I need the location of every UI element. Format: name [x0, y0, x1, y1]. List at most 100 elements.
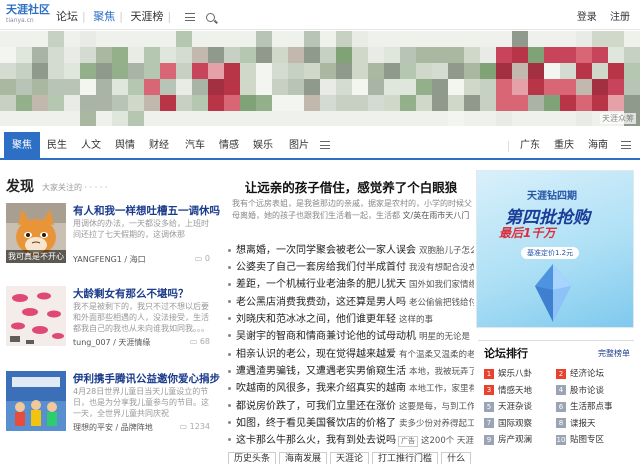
tag-item[interactable]: 打工推行门槛	[372, 452, 439, 464]
news-related[interactable]: 有个温柔又温柔的老公	[399, 350, 474, 360]
news-related[interactable]: 国外如我们家情缘	[409, 280, 474, 290]
rank-item[interactable]: 1 娱乐八卦	[484, 367, 556, 381]
register-link[interactable]: 注册	[610, 12, 630, 23]
news-row[interactable]: 差距，一个机械行业老油条的肥儿犹天 国外如我们家情缘	[228, 276, 474, 293]
item-user[interactable]: YANGFENG1	[73, 255, 122, 264]
nav-focus[interactable]: 聚焦	[93, 8, 115, 24]
news-title[interactable]: 想离婚，一次同学聚会被老公一家人误会	[236, 245, 416, 256]
rank-item[interactable]: 7 国际观察	[484, 417, 556, 431]
item-title[interactable]: 大龄剩女有那么不堪吗？	[73, 286, 189, 301]
auth-links: 登录 注册	[567, 8, 630, 23]
tab-auto[interactable]: 汽车	[180, 132, 210, 160]
banner-pixel	[208, 95, 224, 111]
news-related[interactable]: 这样的事	[399, 315, 433, 325]
banner-ad[interactable]: 天涯众筹	[0, 31, 640, 126]
cat-thumbnail[interactable]: 我可真是不开心	[6, 203, 66, 263]
news-row[interactable]: 老公黑店消费我费劲，这还算是男人吗老公偷偷把钱给付了	[228, 294, 474, 311]
site-logo[interactable]: 天涯社区 tianya.cn	[6, 3, 50, 27]
news-title[interactable]: 如图，终于看见美国餐饮店的价格了	[236, 418, 396, 429]
tab-humanities[interactable]: 人文	[76, 132, 106, 160]
item-board[interactable]: 海口	[130, 255, 146, 264]
news-row[interactable]: 吴谢宇的智商和情商兼讨论他的试母动机 明星的无论是	[228, 328, 474, 345]
banner-pixel	[576, 111, 592, 126]
rank-more-link[interactable]: 完整榜单	[598, 348, 630, 359]
news-title[interactable]: 相亲认识的老公，现在觉得越来越爱	[236, 349, 396, 360]
banner-pixel	[240, 31, 256, 47]
news-related[interactable]: 本地，我被玩弄了	[409, 367, 474, 377]
news-row[interactable]: 相亲认识的老公，现在觉得越来越爱有个温柔又温柔的老公	[228, 346, 474, 363]
news-row[interactable]: 公婆卖了自己一套房给我们付半成首付 我没有想配合没衣	[228, 259, 474, 276]
banner-pixel	[176, 63, 192, 79]
news-related[interactable]: 明星的无论是	[419, 332, 470, 342]
banner-pixel	[160, 63, 176, 79]
news-row[interactable]: 想离婚，一次同学聚会被老公一家人误会双胞胎儿子怎么办	[228, 242, 474, 259]
rank-item[interactable]: 8 谍报天	[556, 417, 628, 431]
item-user[interactable]: 理想的平安	[73, 423, 113, 432]
tag-item[interactable]: 历史头条	[228, 452, 277, 464]
news-title[interactable]: 吴谢宇的智商和情商兼讨论他的试母动机	[236, 331, 416, 342]
news-title[interactable]: 这卡那么牛那么火，我有到处去说吗	[236, 435, 396, 446]
nav-ranking[interactable]: 天涯榜	[130, 8, 163, 24]
news-related[interactable]: 这200个 天涯招	[421, 436, 474, 446]
news-title[interactable]: 差距，一个机械行业老油条的肥儿犹天	[236, 279, 406, 290]
promo-ad[interactable]: 天涯钻四期 第四批抢购 最后1千万 基准定价1.2元	[476, 170, 634, 328]
news-title[interactable]: 都说房价跌了，可我们立里还在涨价	[236, 401, 396, 412]
news-row[interactable]: 刘晓庆和范冰冰之间，他们谁更年轻 这样的事	[228, 311, 474, 328]
tab-emotion[interactable]: 情感	[214, 132, 244, 160]
tab-public-opinion[interactable]: 舆情	[110, 132, 140, 160]
tab-chongqing[interactable]: 重庆	[550, 132, 578, 160]
tab-livelihood[interactable]: 民生	[42, 132, 72, 160]
tab-finance[interactable]: 财经	[144, 132, 174, 160]
news-related[interactable]: 双胞胎儿子怎么办	[419, 246, 474, 256]
news-title[interactable]: 公婆卖了自己一套房给我们付半成首付	[236, 262, 406, 273]
news-title[interactable]: 遭遇渣男骗钱，又遭遇老实男偷窥生活	[236, 366, 406, 377]
tag-item[interactable]: 海南发展	[279, 452, 328, 464]
tab-entertainment[interactable]: 娱乐	[248, 132, 278, 160]
tab-hainan[interactable]: 海南	[584, 132, 612, 160]
item-board[interactable]: 天涯情缘	[118, 338, 150, 347]
menu-icon[interactable]	[184, 13, 195, 21]
news-related[interactable]: 我没有想配合没衣	[409, 263, 474, 273]
news-title[interactable]: 刘晓庆和范冰冰之间，他们谁更年轻	[236, 314, 396, 325]
tab-guangdong[interactable]: 广东	[516, 132, 544, 160]
tag-item[interactable]: 什么	[441, 452, 472, 464]
news-row[interactable]: 如图，终于看见美国餐饮店的价格了卖多少份对养得起工人	[228, 415, 474, 432]
news-row[interactable]: 遭遇渣男骗钱，又遭遇老实男偷窥生活 本地，我被玩弄了	[228, 363, 474, 380]
news-row[interactable]: 都说房价跌了，可我们立里还在涨价 这要是每，与到工作	[228, 398, 474, 415]
rank-item[interactable]: 3 情感天地	[484, 384, 556, 398]
search-icon[interactable]	[206, 12, 216, 22]
item-title[interactable]: 有人和我一样想吐槽五一调休吗	[73, 203, 220, 218]
login-link[interactable]: 登录	[577, 12, 597, 23]
tab-focus[interactable]: 聚焦	[4, 132, 40, 160]
rank-item[interactable]: 6 生活那点事	[556, 400, 628, 414]
news-row[interactable]: 这卡那么牛那么火，我有到处去说吗广告这200个 天涯招	[228, 432, 474, 449]
news-related[interactable]: 老公偷偷把钱给付了	[409, 298, 474, 308]
item-board[interactable]: 品牌阵地	[121, 423, 153, 432]
charity-thumbnail[interactable]	[6, 371, 66, 431]
rank-item[interactable]: 5 天涯杂谈	[484, 400, 556, 414]
news-title[interactable]: 吹越南的风很多，我来介绍真实的越南	[236, 383, 406, 394]
banner-pixel	[224, 79, 240, 95]
banner-pixel	[272, 79, 288, 95]
banner-pixel	[16, 63, 32, 79]
rank-item[interactable]: 2 经济论坛	[556, 367, 628, 381]
banner-pixel	[528, 31, 544, 47]
tab-region-more[interactable]	[618, 132, 634, 160]
tag-item[interactable]: 天涯论	[330, 452, 370, 464]
nav-forum[interactable]: 论坛	[56, 8, 78, 24]
news-related[interactable]: 卖多少份对养得起工人	[399, 419, 474, 429]
lips-thumbnail[interactable]	[6, 286, 66, 346]
rank-item[interactable]: 10 貼图专区	[556, 433, 628, 447]
banner-pixel	[0, 47, 16, 63]
headline-title[interactable]: 让远亲的孩子借住，感觉养了个白眼狼	[228, 177, 474, 196]
item-title[interactable]: 伊利携手腾讯公益邀你爱心捐步	[73, 371, 220, 386]
item-user[interactable]: tung_007	[73, 338, 111, 347]
tab-more[interactable]	[318, 132, 332, 160]
news-row[interactable]: 吹越南的风很多，我来介绍真实的越南本地工作，家里有了	[228, 380, 474, 397]
news-related[interactable]: 这要是每，与到工作	[399, 402, 474, 412]
news-title[interactable]: 老公黑店消费我费劲，这还算是男人吗	[236, 297, 406, 308]
rank-item[interactable]: 9 房产观澜	[484, 433, 556, 447]
rank-item[interactable]: 4 股市论谈	[556, 384, 628, 398]
tab-pictures[interactable]: 图片	[284, 132, 314, 160]
news-related[interactable]: 本地工作，家里有了	[409, 384, 474, 394]
